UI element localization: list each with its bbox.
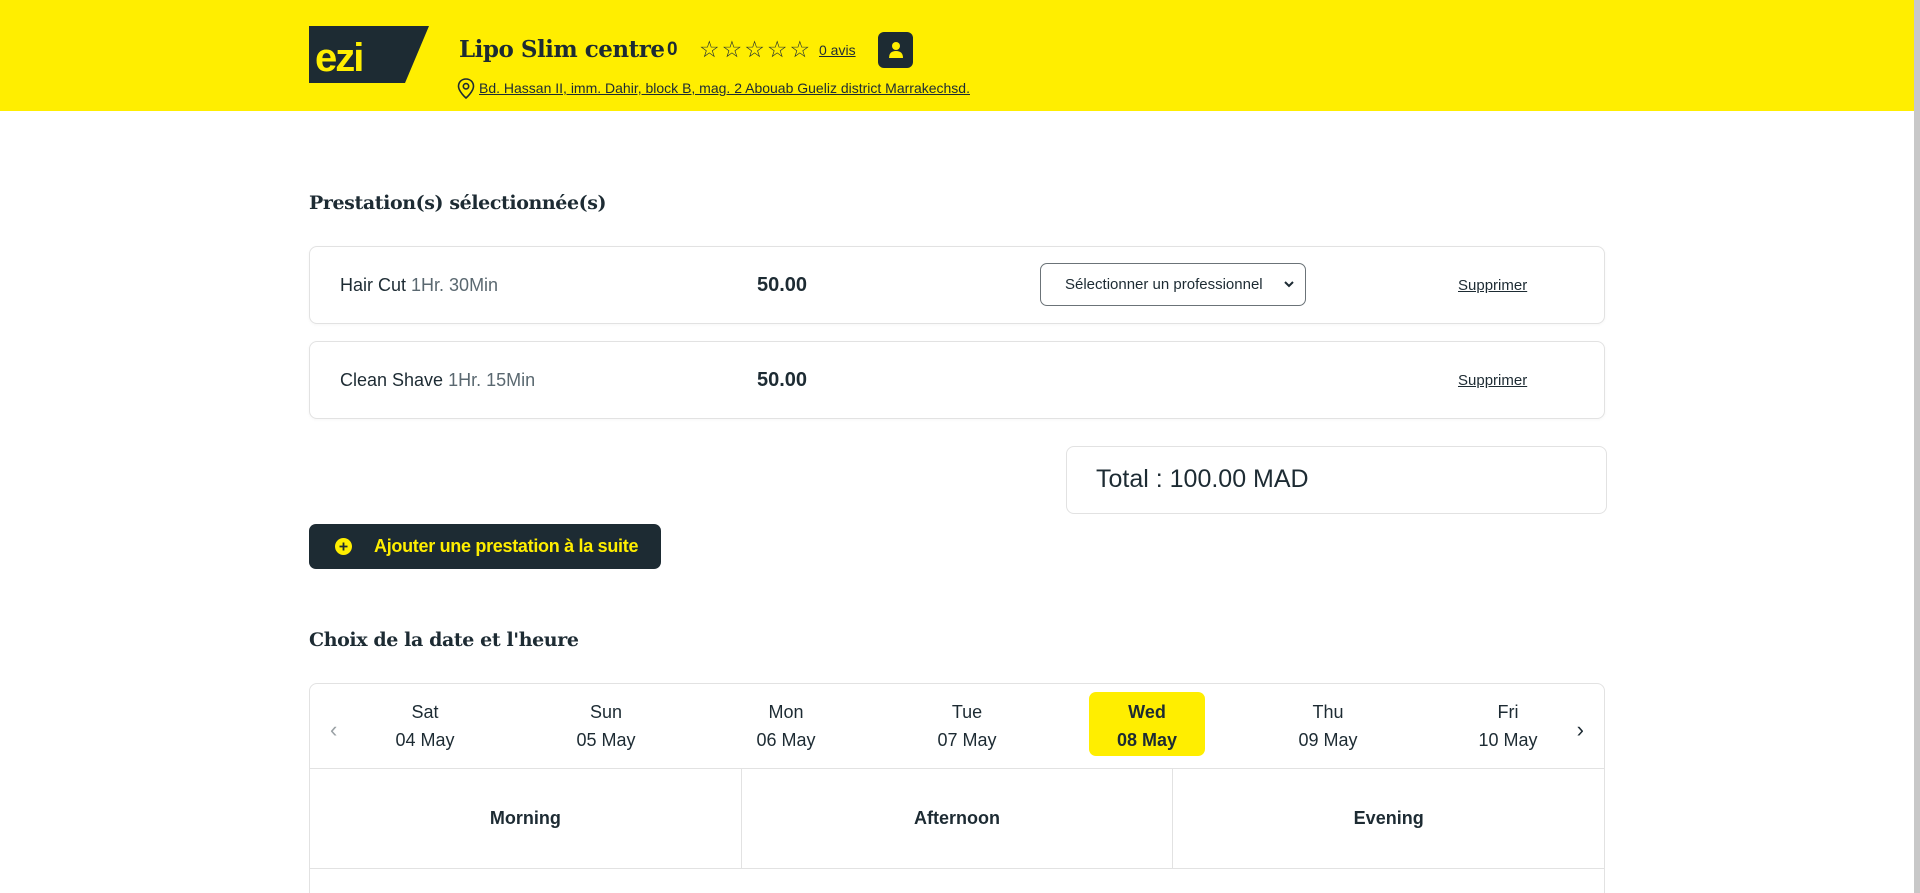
chevron-down-icon: [1284, 281, 1294, 288]
add-service-button[interactable]: Ajouter une prestation à la suite: [309, 524, 661, 569]
header-bar: ezi Lipo Slim centre 0 ☆ ☆ ☆ ☆ ☆ 0 avis …: [0, 0, 1914, 111]
day-name: Tue: [951, 702, 983, 722]
day-name: Fri: [1497, 702, 1519, 722]
delete-service-link[interactable]: Supprimer: [1458, 372, 1527, 389]
shop-name: Lipo Slim centre: [459, 36, 665, 63]
day-tue[interactable]: Tue 07 May: [909, 692, 1025, 756]
service-price: 50.00: [757, 369, 808, 391]
service-name-text: Hair Cut: [340, 275, 407, 295]
date-picker: ‹ Sat 04 May Sun 05 May Mon 06 May Tue 0…: [309, 683, 1605, 893]
day-date: 09 May: [1298, 730, 1358, 750]
service-card: Clean Shave 1Hr. 15Min 50.00 Supprimer: [309, 341, 1605, 419]
day-date: 04 May: [395, 730, 455, 750]
day-name: Mon: [768, 702, 804, 722]
selected-services-title: Prestation(s) sélectionnée(s): [309, 192, 607, 214]
chevron-right-icon[interactable]: ›: [1577, 717, 1584, 743]
add-service-label: Ajouter une prestation à la suite: [374, 536, 639, 556]
total-amount: Total : 100.00 MAD: [1096, 465, 1309, 493]
total-box: Total : 100.00 MAD: [1066, 446, 1607, 514]
service-card: Hair Cut 1Hr. 30Min 50.00 Sélectionner u…: [309, 246, 1605, 324]
day-name: Sun: [589, 702, 623, 722]
day-name: Sat: [411, 702, 439, 722]
service-name: Clean Shave 1Hr. 15Min: [340, 370, 535, 391]
day-thu[interactable]: Thu 09 May: [1270, 692, 1386, 756]
logo-text: ezi: [315, 36, 362, 80]
day-date: 07 May: [937, 730, 997, 750]
day-name: Wed: [1128, 702, 1166, 722]
service-price: 50.00: [757, 274, 808, 296]
service-name: Hair Cut 1Hr. 30Min: [340, 275, 498, 296]
service-duration: 1Hr. 30Min: [411, 275, 499, 295]
star-outline-icon: ☆: [699, 37, 720, 63]
user-account-button[interactable]: [878, 32, 913, 68]
reviews-link[interactable]: 0 avis: [819, 42, 856, 58]
day-sat[interactable]: Sat 04 May: [367, 692, 483, 756]
period-tabs: Morning Afternoon Evening: [310, 769, 1604, 868]
professional-select[interactable]: Sélectionner un professionnel: [1040, 263, 1306, 306]
plus-circle-icon: [335, 538, 352, 555]
star-outline-icon: ☆: [766, 37, 788, 63]
rating-value: 0: [667, 39, 678, 60]
chevron-left-icon[interactable]: ‹: [330, 717, 337, 743]
rating-stars: ☆ ☆ ☆ ☆ ☆: [699, 38, 810, 62]
star-outline-icon: ☆: [744, 37, 765, 63]
service-name-text: Clean Shave: [340, 370, 444, 390]
location-pin-icon: [457, 78, 475, 104]
day-date: 06 May: [756, 730, 816, 750]
star-outline-icon: ☆: [789, 37, 811, 63]
day-name: Thu: [1312, 702, 1344, 722]
datetime-title: Choix de la date et l'heure: [309, 629, 579, 651]
divider: [310, 868, 1604, 869]
star-outline-icon: ☆: [721, 37, 743, 63]
day-wed-selected[interactable]: Wed 08 May: [1089, 692, 1205, 756]
day-date: 05 May: [576, 730, 636, 750]
period-evening[interactable]: Evening: [1173, 769, 1604, 868]
period-morning[interactable]: Morning: [310, 769, 742, 868]
day-date: 10 May: [1478, 730, 1538, 750]
shop-address-link[interactable]: Bd. Hassan II, imm. Dahir, block B, mag.…: [479, 80, 970, 96]
page-scrollbar[interactable]: [1914, 0, 1920, 893]
day-fri[interactable]: Fri 10 May: [1450, 692, 1566, 756]
ezi-logo[interactable]: ezi: [309, 26, 429, 83]
day-strip: Sat 04 May Sun 05 May Mon 06 May Tue 07 …: [356, 692, 1556, 762]
day-sun[interactable]: Sun 05 May: [548, 692, 664, 756]
delete-service-link[interactable]: Supprimer: [1458, 277, 1527, 294]
service-duration: 1Hr. 15Min: [448, 370, 536, 390]
day-date: 08 May: [1116, 730, 1178, 750]
day-mon[interactable]: Mon 06 May: [728, 692, 844, 756]
user-icon: [888, 42, 903, 58]
professional-select-value: Sélectionner un professionnel: [1065, 276, 1263, 293]
period-afternoon[interactable]: Afternoon: [742, 769, 1174, 868]
